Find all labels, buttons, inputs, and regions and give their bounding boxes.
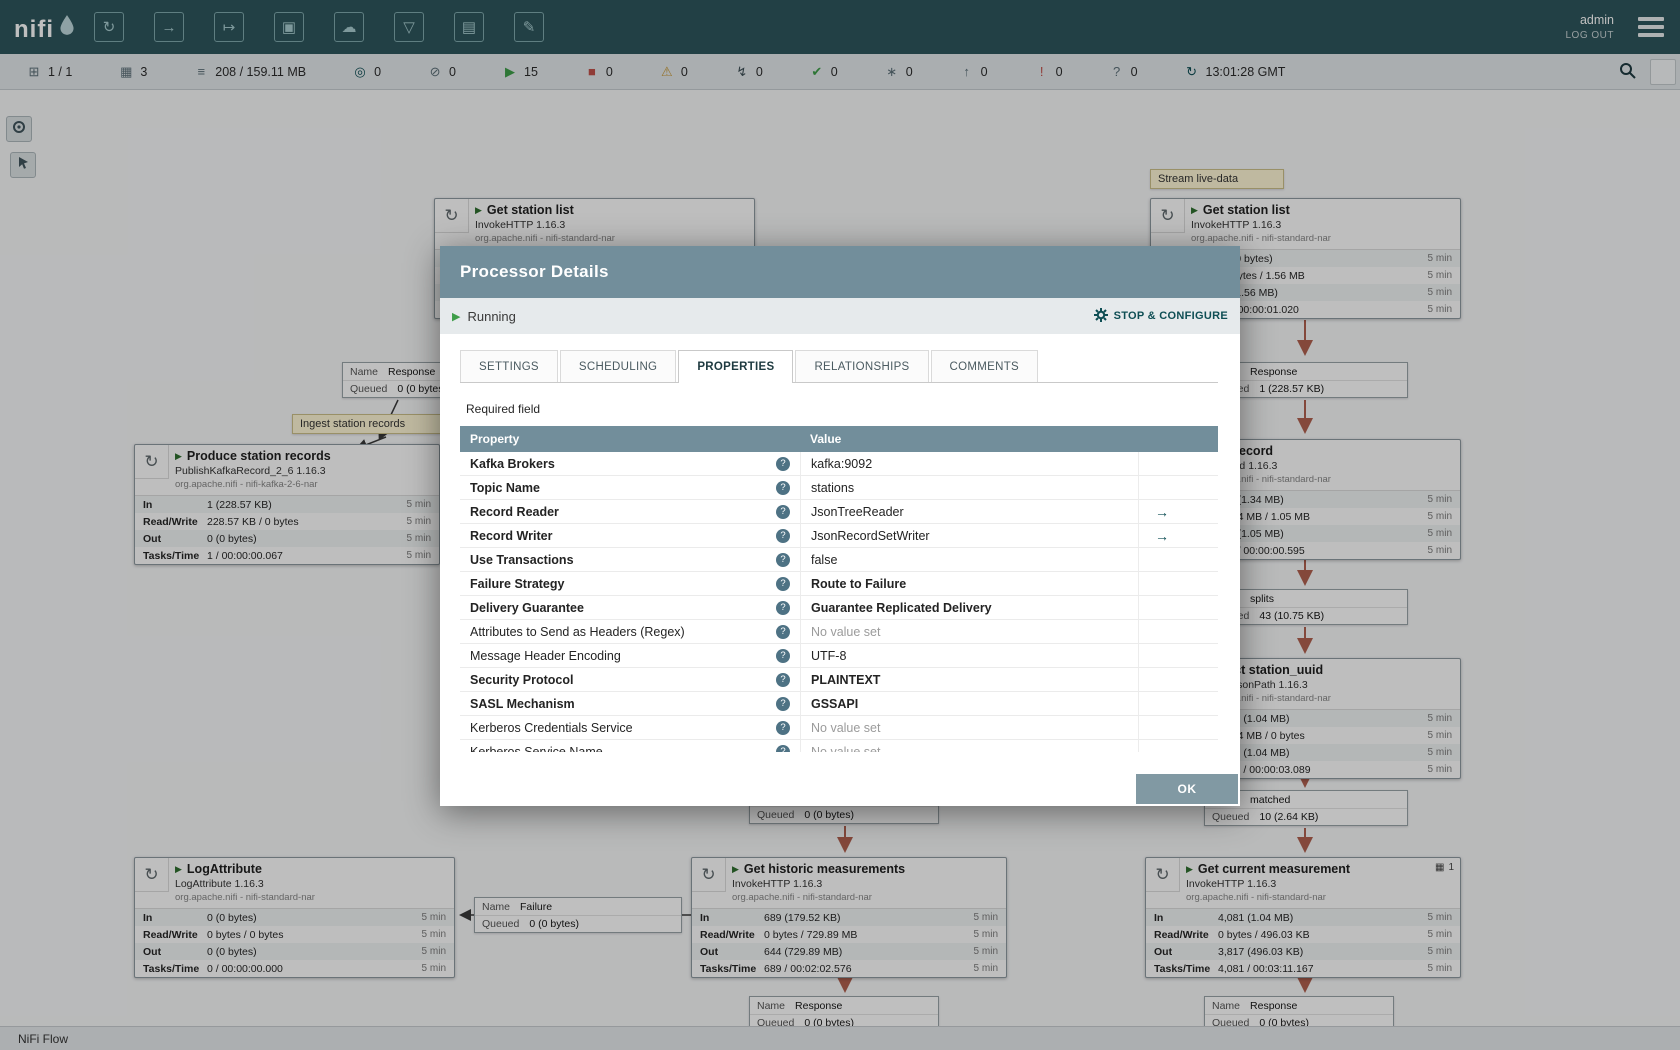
property-value: JsonTreeReader [811,504,904,519]
property-name: Failure Strategy [470,576,565,591]
property-row-sasl-mechanism: SASL Mechanism? GSSAPI [460,692,1218,716]
property-name: Attributes to Send as Headers (Regex) [470,624,685,639]
property-value: false [811,552,838,567]
properties-table: Property Value Kafka Brokers? kafka:9092… [460,426,1218,752]
help-icon[interactable]: ? [776,600,790,615]
help-icon[interactable]: ? [776,696,790,711]
property-value: No value set [811,624,881,639]
tab-comments[interactable]: COMMENTS [930,350,1039,382]
property-row-delivery-guarantee: Delivery Guarantee? Guarantee Replicated… [460,596,1218,620]
property-value: JsonRecordSetWriter [811,528,930,543]
property-row-kerberos-service-name: Kerberos Service Name? No value set [460,740,1218,752]
help-icon[interactable]: ? [776,504,790,519]
help-icon[interactable]: ? [776,720,790,735]
gear-icon [1093,307,1108,325]
property-row-record-writer: Record Writer? JsonRecordSetWriter → [460,524,1218,548]
help-icon[interactable]: ? [776,624,790,639]
help-icon[interactable]: ? [776,672,790,687]
tab-relationships[interactable]: RELATIONSHIPS [795,350,929,382]
properties-table-header: Property Value [460,426,1218,452]
property-value: stations [811,480,855,495]
ok-button[interactable]: OK [1136,774,1238,804]
property-value: GSSAPI [811,696,859,711]
property-name: Message Header Encoding [470,648,621,663]
property-name: SASL Mechanism [470,696,575,711]
processor-details-dialog: Processor Details ▶ Running STOP & CONFI… [440,246,1240,806]
property-value: Route to Failure [811,576,907,591]
property-row-attributes-headers: Attributes to Send as Headers (Regex)? N… [460,620,1218,644]
property-name: Record Writer [470,528,553,543]
help-icon[interactable]: ? [776,744,790,752]
help-icon[interactable]: ? [776,480,790,495]
property-value: No value set [811,720,881,735]
property-row-failure-strategy: Failure Strategy? Route to Failure [460,572,1218,596]
running-state-label: Running [467,308,516,324]
running-state-icon: ▶ [452,310,461,323]
property-row-message-header-encoding: Message Header Encoding? UTF-8 [460,644,1218,668]
property-value: No value set [811,744,881,753]
property-name: Kafka Brokers [470,456,555,471]
property-name: Kerberos Service Name [470,744,603,753]
property-name: Kerberos Credentials Service [470,720,633,735]
help-icon[interactable]: ? [776,528,790,543]
help-icon[interactable]: ? [776,648,790,663]
column-value: Value [810,432,842,446]
property-name: Use Transactions [470,552,574,567]
property-row-kerberos-credentials-service: Kerberos Credentials Service? No value s… [460,716,1218,740]
property-row-kafka-brokers: Kafka Brokers? kafka:9092 [460,452,1218,476]
property-value: kafka:9092 [811,456,873,471]
property-name: Security Protocol [470,672,574,687]
goto-service-icon[interactable]: → [1155,528,1169,544]
property-name: Delivery Guarantee [470,600,584,615]
tab-settings[interactable]: SETTINGS [460,350,558,382]
dialog-title: Processor Details [460,262,609,281]
property-row-topic-name: Topic Name? stations [460,476,1218,500]
tab-scheduling[interactable]: SCHEDULING [559,350,677,382]
stop-and-configure-button[interactable]: STOP & CONFIGURE [1093,307,1228,325]
tab-properties[interactable]: PROPERTIES [678,350,794,383]
property-name: Record Reader [470,504,559,519]
property-name: Topic Name [470,480,540,495]
column-property: Property [470,432,520,446]
property-value: PLAINTEXT [811,672,881,687]
required-field-note: Required field [466,402,541,416]
property-value: Guarantee Replicated Delivery [811,600,992,615]
property-row-security-protocol: Security Protocol? PLAINTEXT [460,668,1218,692]
help-icon[interactable]: ? [776,576,790,591]
property-value: UTF-8 [811,648,847,663]
dialog-title-bar: Processor Details [440,246,1240,298]
dialog-tabs: SETTINGS SCHEDULING PROPERTIES RELATIONS… [460,350,1218,383]
goto-service-icon[interactable]: → [1155,504,1169,520]
property-row-record-reader: Record Reader? JsonTreeReader → [460,500,1218,524]
help-icon[interactable]: ? [776,552,790,567]
help-icon[interactable]: ? [776,456,790,471]
property-row-use-transactions: Use Transactions? false [460,548,1218,572]
dialog-status-bar: ▶ Running STOP & CONFIGURE [440,298,1240,334]
